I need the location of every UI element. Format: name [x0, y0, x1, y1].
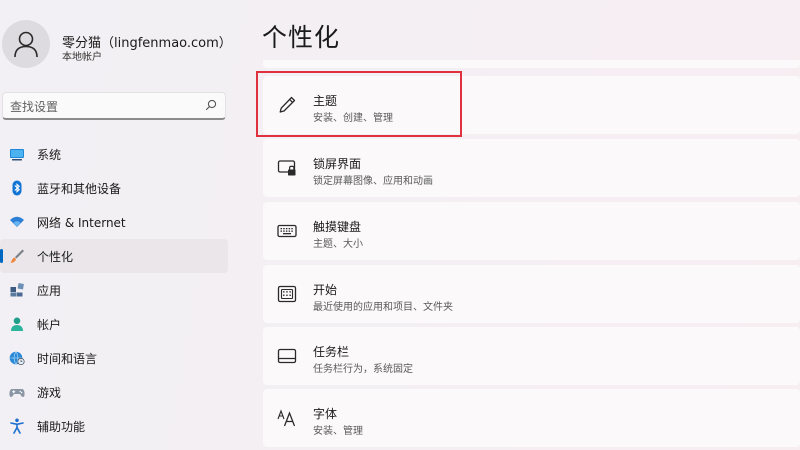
card-title: 字体 — [313, 407, 338, 421]
sidebar-item-label: 游戏 — [37, 386, 62, 400]
keyboard-icon — [277, 224, 297, 238]
sidebar-item-label: 应用 — [37, 284, 62, 298]
sidebar-item-time-language[interactable]: 时间和语言 — [0, 341, 228, 375]
account-type: 本地帐户 — [62, 52, 102, 63]
globe-clock-icon — [9, 351, 25, 366]
highlight-box — [256, 71, 462, 137]
avatar[interactable] — [2, 20, 50, 68]
wifi-icon — [10, 216, 24, 227]
accessibility-icon — [10, 418, 24, 434]
selection-indicator — [0, 249, 3, 263]
card-above-partial — [263, 60, 800, 68]
font-icon — [277, 409, 296, 427]
page-title: 个性化 — [262, 23, 341, 52]
sidebar-item-network[interactable]: 网络 & Internet — [0, 205, 228, 239]
sidebar: 零分猫（lingfenmao.com） 本地帐户 查找设置 系统 蓝牙和其他设备 — [0, 0, 240, 450]
sidebar-item-accessibility[interactable]: 辅助功能 — [0, 409, 228, 443]
brush-icon — [10, 249, 24, 263]
nav-list: 系统 蓝牙和其他设备 网络 & Internet 个性化 应用 帐户 时间和语言… — [0, 137, 228, 443]
card-title: 开始 — [313, 283, 338, 297]
gamepad-icon — [9, 389, 25, 397]
search-input[interactable]: 查找设置 — [2, 92, 226, 120]
card-title: 触摸键盘 — [313, 220, 362, 234]
card-title: 锁屏界面 — [313, 157, 362, 171]
card-fonts[interactable]: 字体 安装、管理 — [263, 389, 800, 447]
taskbar-icon — [277, 348, 297, 364]
display-icon — [10, 149, 24, 161]
bluetooth-icon — [12, 180, 22, 196]
sidebar-item-label: 系统 — [37, 148, 62, 162]
sidebar-item-system[interactable]: 系统 — [0, 137, 228, 171]
card-lock-screen[interactable]: 锁屏界面 锁定屏幕图像、应用和动画 — [263, 139, 800, 197]
card-subtitle: 最近使用的应用和项目、文件夹 — [313, 302, 453, 313]
card-taskbar[interactable]: 任务栏 任务栏行为，系统固定 — [263, 327, 800, 385]
start-menu-icon — [277, 285, 297, 303]
sidebar-item-label: 辅助功能 — [37, 420, 86, 434]
sidebar-item-label: 网络 & Internet — [37, 216, 126, 230]
card-subtitle: 锁定屏幕图像、应用和动画 — [313, 176, 433, 187]
search-placeholder: 查找设置 — [10, 100, 59, 114]
apps-icon — [10, 283, 24, 297]
sidebar-item-label: 帐户 — [37, 318, 62, 332]
search-icon[interactable] — [205, 99, 217, 111]
sidebar-item-gaming[interactable]: 游戏 — [0, 375, 228, 409]
card-subtitle: 安装、管理 — [313, 426, 363, 437]
person-avatar-icon — [14, 31, 38, 58]
sidebar-item-label: 蓝牙和其他设备 — [37, 182, 122, 196]
sidebar-item-personalization[interactable]: 个性化 — [0, 239, 228, 273]
sidebar-item-bluetooth[interactable]: 蓝牙和其他设备 — [0, 171, 228, 205]
card-touch-keyboard[interactable]: 触摸键盘 主题、大小 — [263, 202, 800, 260]
card-start[interactable]: 开始 最近使用的应用和项目、文件夹 — [263, 265, 800, 323]
sidebar-item-apps[interactable]: 应用 — [0, 273, 228, 307]
card-subtitle: 主题、大小 — [313, 239, 363, 250]
person-icon — [11, 317, 23, 331]
lock-screen-icon — [277, 160, 296, 176]
card-title: 任务栏 — [313, 345, 350, 359]
sidebar-item-accounts[interactable]: 帐户 — [0, 307, 228, 341]
sidebar-item-label: 时间和语言 — [37, 352, 98, 366]
card-subtitle: 任务栏行为，系统固定 — [313, 364, 413, 375]
sidebar-item-label: 个性化 — [37, 250, 74, 264]
